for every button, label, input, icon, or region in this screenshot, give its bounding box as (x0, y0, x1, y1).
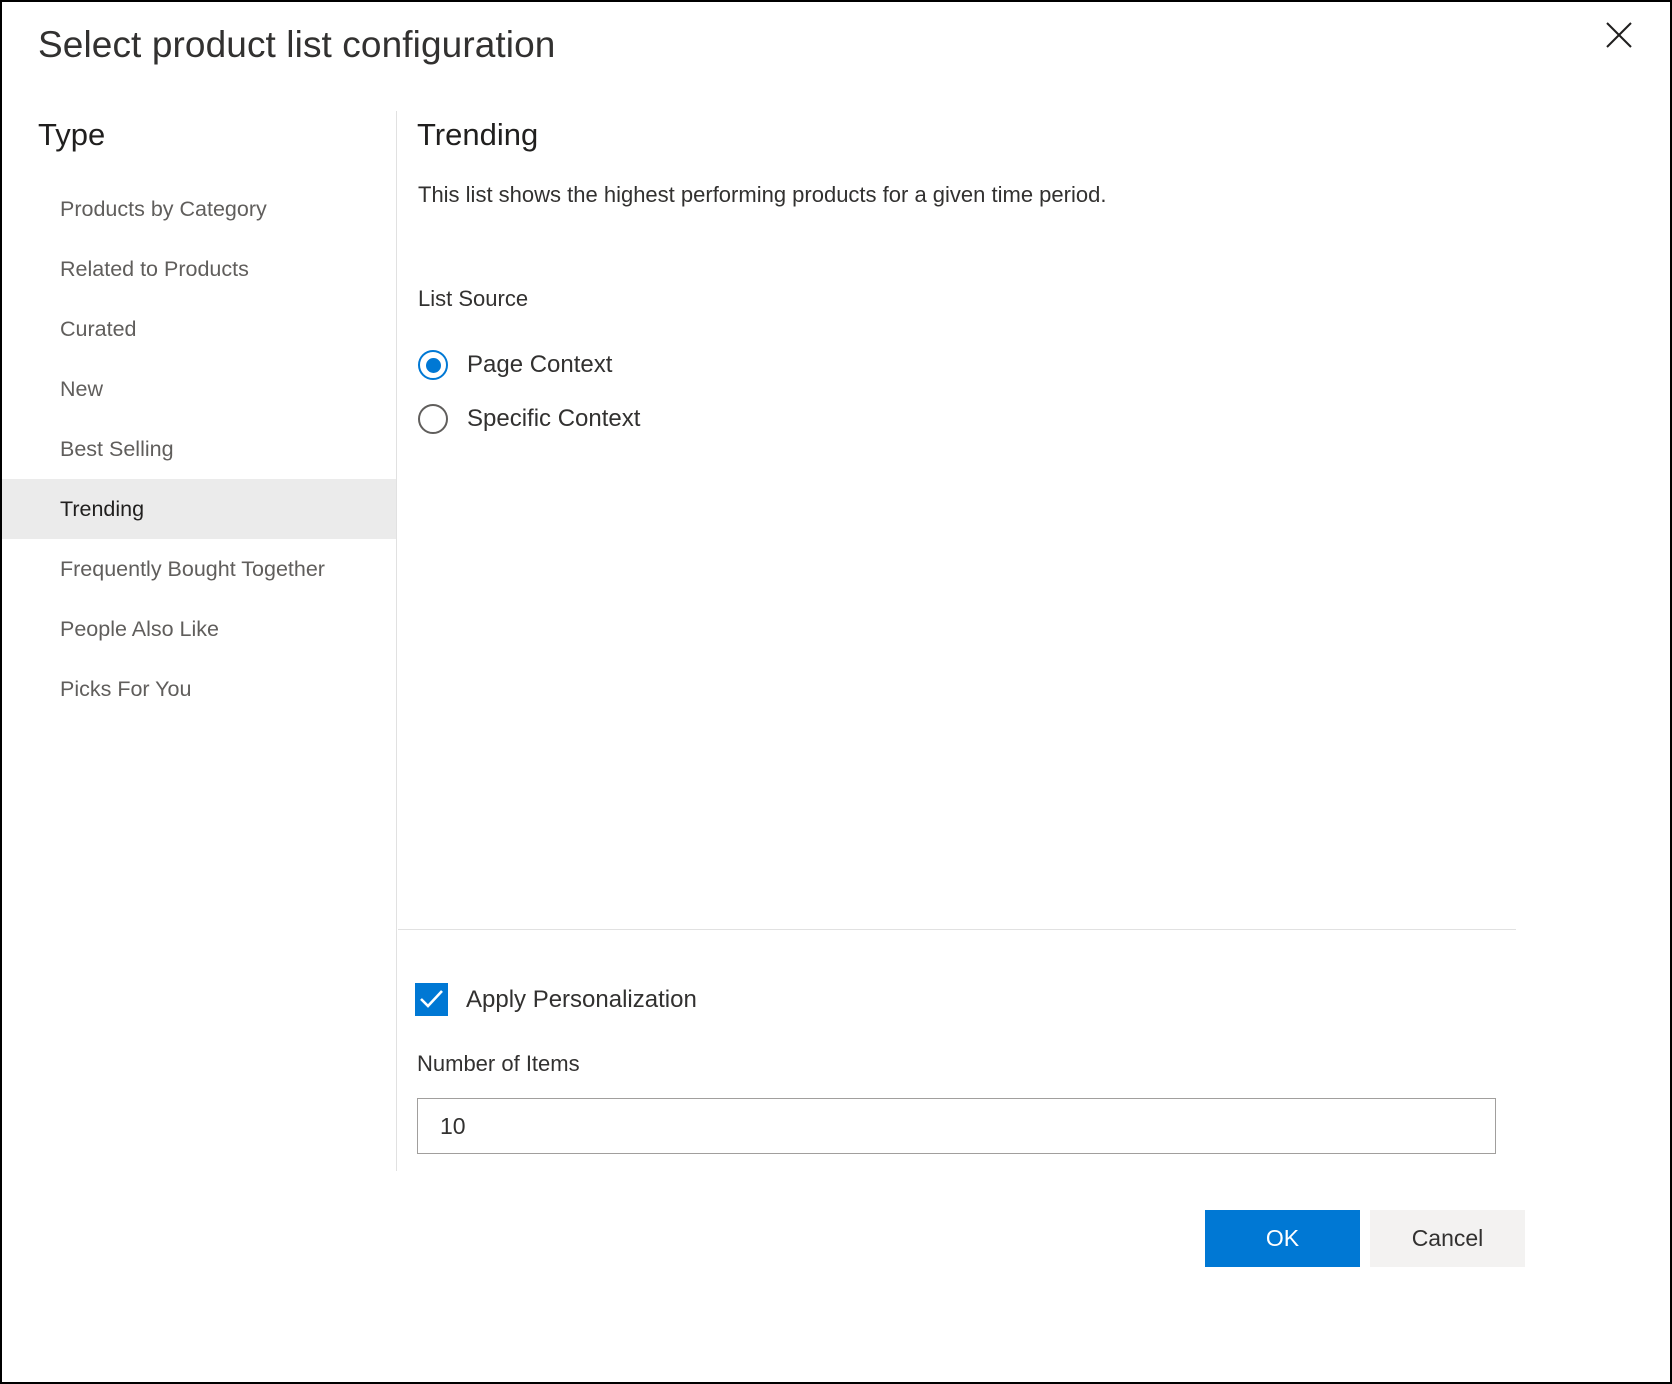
dialog-window: Select product list configuration Type P… (0, 0, 1672, 1384)
apply-personalization-label: Apply Personalization (466, 986, 697, 1014)
dialog-footer: OK Cancel (1205, 1210, 1525, 1267)
cancel-button[interactable]: Cancel (1370, 1210, 1525, 1267)
sidebar-item-trending[interactable]: Trending (2, 479, 396, 539)
radio-checked-icon (418, 350, 448, 380)
detail-description: This list shows the highest performing p… (418, 182, 1106, 208)
dialog-body: Type Products by Category Related to Pro… (2, 106, 1670, 1382)
radio-page-context[interactable]: Page Context (418, 338, 640, 392)
sidebar-item-label: Picks For You (60, 677, 191, 702)
sidebar-item-label: Best Selling (60, 437, 174, 462)
number-of-items-label: Number of Items (417, 1051, 580, 1077)
list-source-label: List Source (418, 286, 528, 312)
radio-label: Page Context (467, 351, 612, 379)
ok-button[interactable]: OK (1205, 1210, 1360, 1267)
number-of-items-input[interactable] (417, 1098, 1496, 1154)
sidebar-item-new[interactable]: New (2, 359, 396, 419)
horizontal-divider (398, 929, 1516, 930)
sidebar-item-frequently-bought-together[interactable]: Frequently Bought Together (2, 539, 396, 599)
radio-specific-context[interactable]: Specific Context (418, 392, 640, 446)
sidebar-item-products-by-category[interactable]: Products by Category (2, 179, 396, 239)
detail-title: Trending (417, 117, 538, 153)
apply-personalization-checkbox[interactable]: Apply Personalization (415, 983, 697, 1016)
sidebar-item-label: People Also Like (60, 617, 219, 642)
type-heading: Type (38, 117, 105, 153)
sidebar-item-best-selling[interactable]: Best Selling (2, 419, 396, 479)
sidebar-item-label: Curated (60, 317, 137, 342)
type-list: Products by Category Related to Products… (2, 179, 396, 719)
sidebar-item-label: Frequently Bought Together (60, 557, 325, 582)
detail-pane: Trending This list shows the highest per… (397, 106, 1670, 1382)
close-button[interactable] (1595, 11, 1643, 59)
sidebar-item-people-also-like[interactable]: People Also Like (2, 599, 396, 659)
radio-unchecked-icon (418, 404, 448, 434)
list-source-radio-group: Page Context Specific Context (418, 338, 640, 446)
sidebar-item-label: Related to Products (60, 257, 249, 282)
sidebar-item-curated[interactable]: Curated (2, 299, 396, 359)
close-icon (1603, 19, 1635, 51)
sidebar-item-picks-for-you[interactable]: Picks For You (2, 659, 396, 719)
sidebar-item-label: New (60, 377, 103, 402)
sidebar-item-label: Trending (60, 497, 144, 522)
sidebar-item-related-to-products[interactable]: Related to Products (2, 239, 396, 299)
radio-label: Specific Context (467, 405, 640, 433)
page-title: Select product list configuration (38, 24, 555, 66)
check-icon (415, 983, 448, 1016)
sidebar-item-label: Products by Category (60, 197, 267, 222)
dialog-header: Select product list configuration (2, 2, 1670, 106)
